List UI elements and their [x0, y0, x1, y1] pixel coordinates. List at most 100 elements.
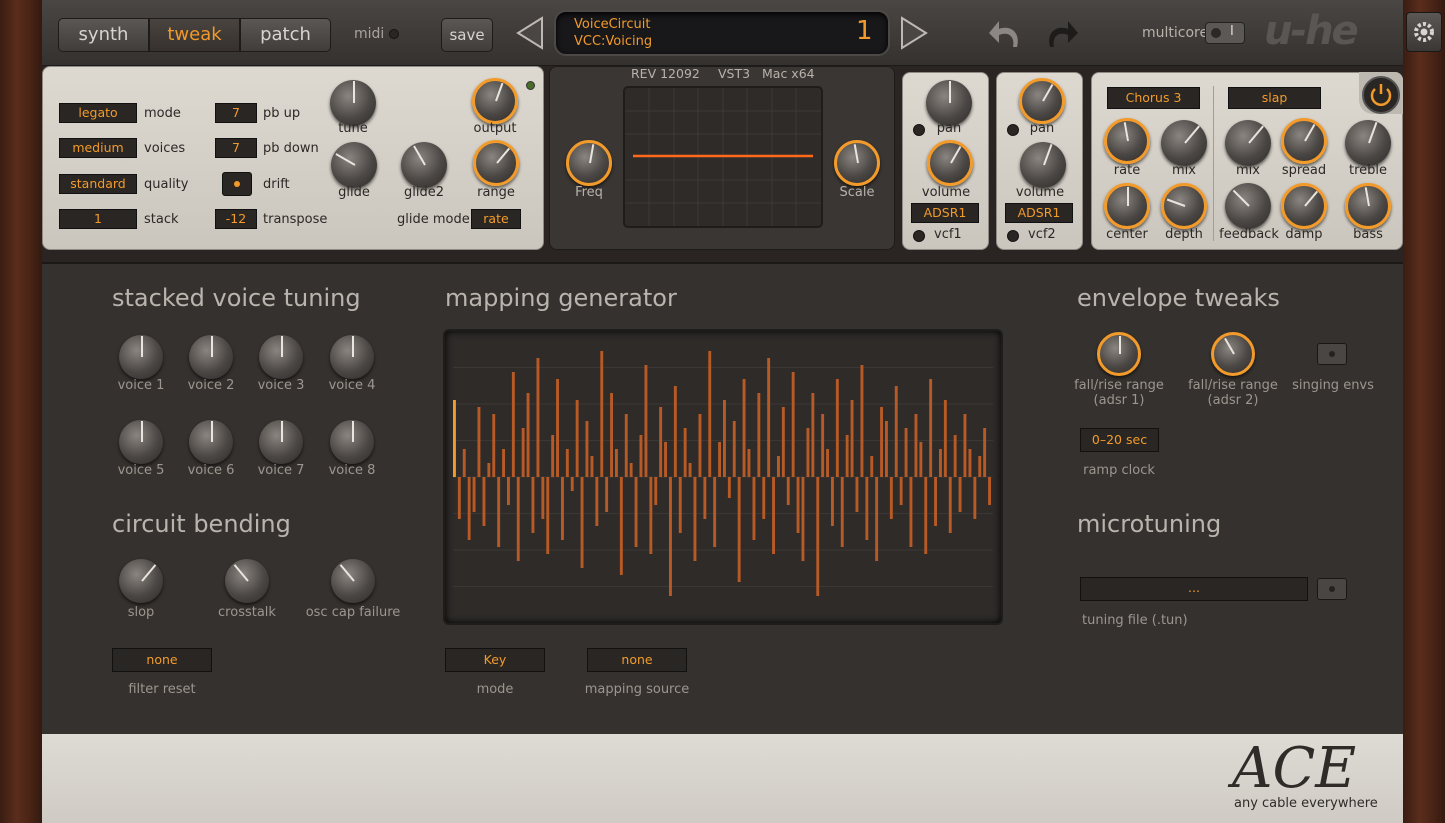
voice-8-knob[interactable]	[330, 420, 374, 464]
map-bar[interactable]	[914, 414, 918, 477]
filter-reset-select[interactable]: none	[112, 648, 212, 672]
voice-2-knob[interactable]	[189, 335, 233, 379]
map-bar[interactable]	[570, 477, 574, 491]
tab-synth[interactable]: synth	[58, 18, 149, 52]
map-bar[interactable]	[747, 449, 751, 477]
map-bar[interactable]	[727, 477, 731, 498]
pbdown-value[interactable]: 7	[215, 138, 257, 158]
map-bar[interactable]	[629, 463, 633, 477]
map-bar[interactable]	[516, 477, 520, 561]
map-bar[interactable]	[497, 477, 501, 547]
map-bar[interactable]	[958, 477, 962, 512]
map-bar[interactable]	[811, 393, 815, 477]
drift-button[interactable]	[222, 172, 252, 196]
map-bar[interactable]	[531, 477, 535, 533]
scale-knob[interactable]	[834, 140, 880, 186]
preset-display[interactable]: VoiceCircuit VCC:Voicing 1	[554, 10, 890, 56]
map-bar[interactable]	[713, 477, 717, 547]
map-bar[interactable]	[831, 477, 834, 526]
map-bar[interactable]	[870, 456, 874, 477]
save-button[interactable]: save	[441, 18, 493, 52]
tune-knob[interactable]	[330, 80, 376, 126]
map-bar[interactable]	[698, 414, 702, 477]
map-bar[interactable]	[683, 428, 687, 477]
voice-1-knob[interactable]	[119, 335, 163, 379]
map-bar[interactable]	[732, 421, 736, 477]
undo-icon[interactable]	[987, 17, 1027, 53]
redo-icon[interactable]	[1040, 17, 1080, 53]
map-bar[interactable]	[894, 386, 898, 477]
map-bar[interactable]	[816, 477, 820, 596]
map-bar[interactable]	[619, 477, 623, 575]
map-bar[interactable]	[708, 351, 712, 477]
map-bar[interactable]	[664, 442, 667, 477]
map-bar[interactable]	[777, 456, 780, 477]
map-bar[interactable]	[482, 477, 486, 526]
stack-select[interactable]: 1	[59, 209, 137, 229]
settings-button[interactable]	[1406, 12, 1442, 52]
map-bar[interactable]	[781, 407, 785, 477]
map-bar[interactable]	[865, 477, 869, 540]
map-bar[interactable]	[786, 477, 790, 505]
map-bar[interactable]	[899, 477, 903, 505]
tuning-file-button[interactable]	[1317, 578, 1347, 600]
voice-6-knob[interactable]	[189, 420, 233, 464]
map-bar[interactable]	[757, 393, 761, 477]
voice-7-knob[interactable]	[259, 420, 303, 464]
map-bar[interactable]	[526, 393, 530, 477]
map-bar[interactable]	[678, 477, 682, 533]
map-bar[interactable]	[595, 477, 599, 526]
map-bar[interactable]	[669, 477, 672, 596]
ramp-clock-select[interactable]: 0–20 sec	[1080, 428, 1159, 452]
map-bar[interactable]	[840, 477, 844, 547]
map-bar[interactable]	[752, 477, 756, 540]
map-bar[interactable]	[565, 449, 569, 477]
map-bar[interactable]	[580, 477, 584, 568]
next-preset-icon[interactable]	[898, 16, 930, 50]
map-bar[interactable]	[487, 463, 491, 477]
quality-select[interactable]: standard	[59, 174, 137, 194]
voices-select[interactable]: medium	[59, 138, 137, 158]
map-bar[interactable]	[791, 372, 795, 477]
map-bar[interactable]	[718, 442, 721, 477]
map-bar[interactable]	[521, 428, 525, 477]
voice-5-knob[interactable]	[119, 420, 163, 464]
map-bar[interactable]	[978, 456, 982, 477]
map-bar[interactable]	[536, 358, 540, 477]
map-bar[interactable]	[561, 477, 564, 540]
map-bar[interactable]	[880, 407, 883, 477]
amp1-vcf-led[interactable]	[913, 230, 925, 242]
amp1-volume-knob[interactable]	[927, 140, 973, 186]
range-knob[interactable]	[473, 140, 519, 186]
map-bar[interactable]	[546, 477, 550, 554]
treble-knob[interactable]	[1345, 120, 1391, 166]
map-bar[interactable]	[673, 386, 677, 477]
delay-spread-knob[interactable]	[1281, 118, 1327, 164]
map-bar[interactable]	[875, 477, 879, 561]
map-bar[interactable]	[590, 456, 594, 477]
mapping-source-select[interactable]: none	[587, 648, 687, 672]
map-bar[interactable]	[924, 477, 928, 554]
map-bar[interactable]	[885, 421, 888, 477]
mode-select[interactable]: legato	[59, 103, 137, 123]
bass-knob[interactable]	[1345, 183, 1391, 229]
map-bar[interactable]	[649, 477, 653, 554]
map-bar[interactable]	[963, 414, 967, 477]
map-bar[interactable]	[502, 449, 505, 477]
map-bar[interactable]	[605, 477, 609, 512]
map-bar[interactable]	[983, 428, 987, 477]
map-bar[interactable]	[477, 407, 481, 477]
delay-feedback-knob[interactable]	[1225, 183, 1271, 229]
pbup-value[interactable]: 7	[215, 103, 257, 123]
prev-preset-icon[interactable]	[514, 16, 546, 50]
map-bar[interactable]	[541, 477, 545, 519]
map-bar[interactable]	[639, 435, 643, 477]
adsr1-range-knob[interactable]	[1097, 332, 1141, 376]
glide2-knob[interactable]	[401, 142, 447, 188]
map-bar[interactable]	[821, 414, 825, 477]
tab-tweak[interactable]: tweak	[149, 18, 240, 52]
chorus-select[interactable]: Chorus 3	[1107, 87, 1200, 109]
map-bar[interactable]	[742, 379, 746, 477]
map-bar[interactable]	[659, 407, 663, 477]
mapping-bars[interactable]	[445, 331, 1001, 623]
